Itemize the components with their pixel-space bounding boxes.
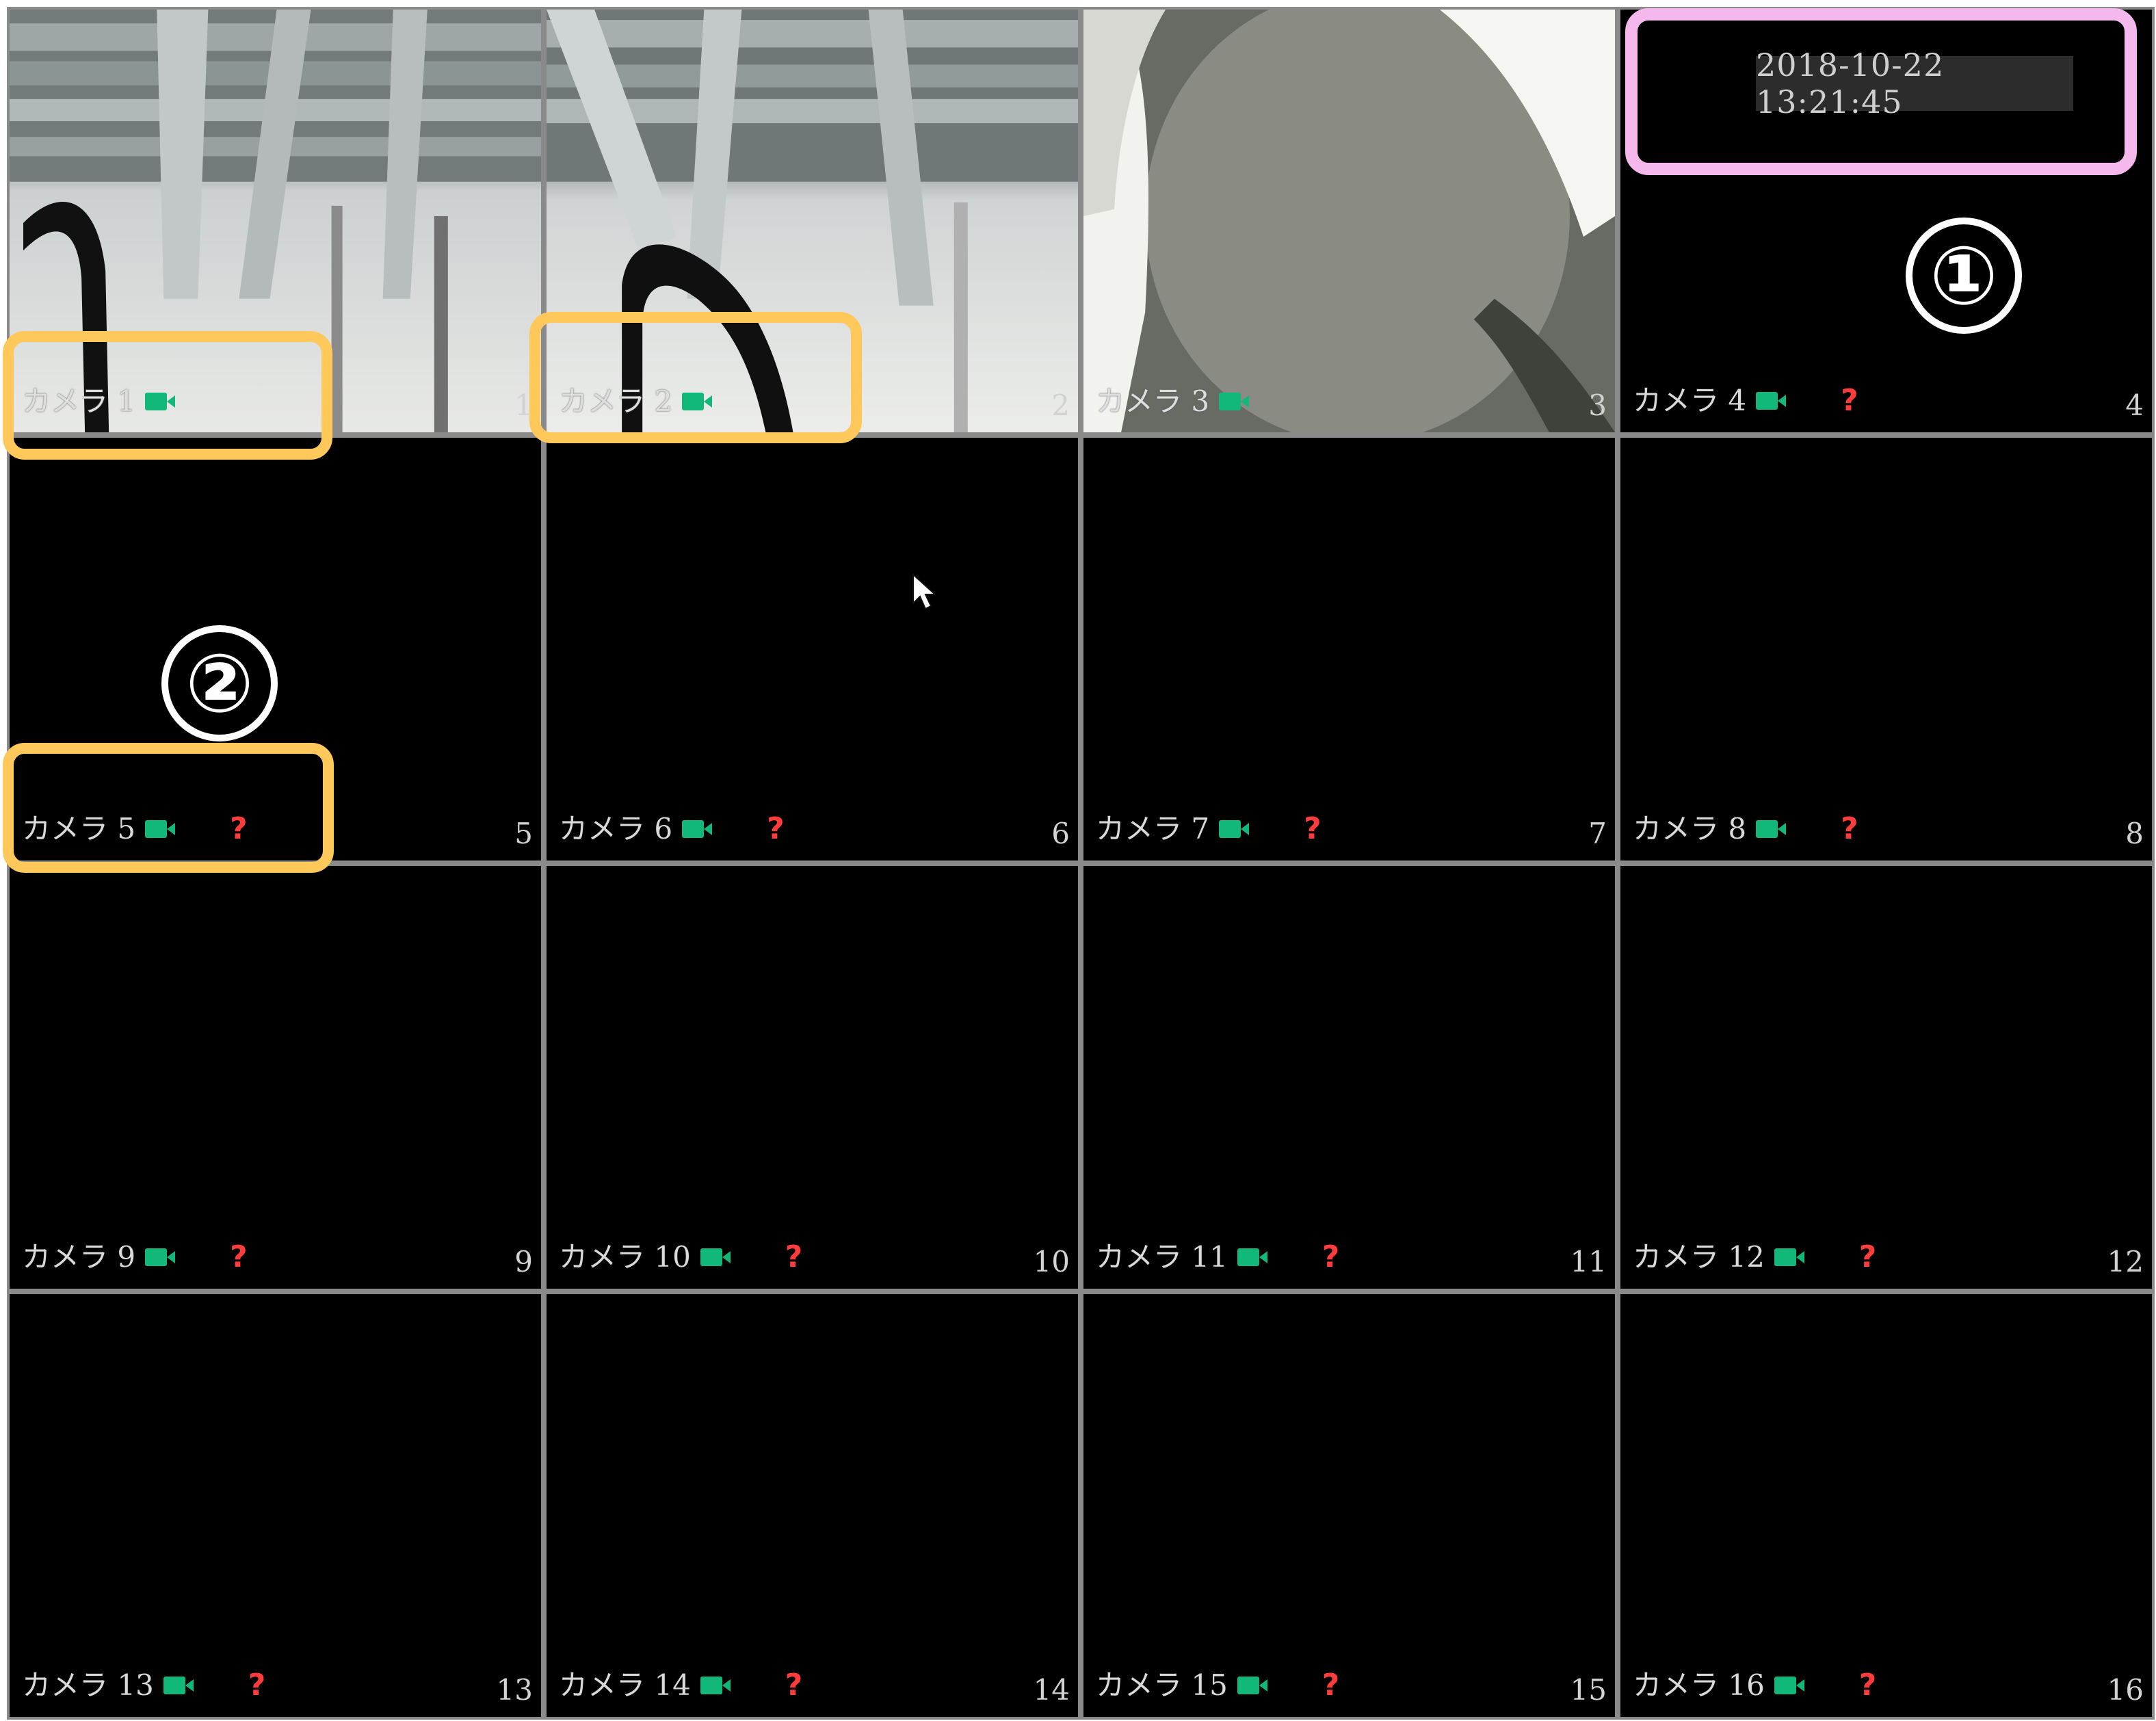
camera-tile-13[interactable]: カメラ 13 ? 13 [10, 1294, 541, 1717]
camera-name: カメラ 16 [1633, 1668, 1765, 1702]
tile-number: 11 [1570, 1245, 1607, 1278]
camera-tile-16[interactable]: カメラ 16 ? 16 [1620, 1294, 2152, 1717]
camera-name: カメラ 15 [1096, 1668, 1228, 1702]
tile-number: 4 [2125, 389, 2144, 422]
video-camera-icon [145, 1247, 176, 1267]
camera-2-label-highlight [529, 312, 862, 443]
camera-name: カメラ 14 [559, 1668, 691, 1702]
camera-label-9: カメラ 9 ? [22, 1242, 248, 1272]
camera-name: カメラ 11 [1096, 1240, 1228, 1274]
camera-name: カメラ 13 [22, 1668, 154, 1702]
annotation-marker-1: ① [1906, 218, 2022, 334]
camera-label-12: カメラ 12 ? [1633, 1242, 1876, 1272]
tile-number: 3 [1588, 389, 1607, 422]
video-camera-icon [682, 819, 713, 839]
mouse-pointer-icon [912, 573, 935, 610]
camera-tile-7[interactable]: カメラ 7 ? 7 [1083, 438, 1615, 860]
tile-number: 2 [1051, 389, 1070, 422]
camera-tile-15[interactable]: カメラ 15 ? 15 [1083, 1294, 1615, 1717]
question-mark-icon: ? [767, 811, 785, 846]
video-camera-icon [1237, 1675, 1267, 1696]
camera-1-label-highlight [3, 331, 332, 460]
video-camera-icon [1756, 391, 1787, 411]
tile-number: 5 [514, 817, 533, 850]
tile-number: 13 [496, 1673, 533, 1707]
camera-label-10: カメラ 10 ? [559, 1242, 802, 1272]
video-camera-icon [163, 1675, 194, 1696]
tile-number: 8 [2125, 817, 2144, 850]
question-mark-icon: ? [1858, 1668, 1877, 1703]
video-camera-icon [1774, 1247, 1804, 1267]
annotation-marker-2: ② [161, 625, 278, 741]
camera-label-6: カメラ 6 ? [559, 814, 785, 844]
video-camera-icon [1219, 391, 1250, 412]
camera-feed-image [1083, 10, 1615, 432]
question-mark-icon: ? [1858, 1239, 1877, 1274]
question-mark-icon: ? [785, 1668, 803, 1703]
camera-name: カメラ 12 [1633, 1240, 1765, 1274]
tile-number: 14 [1033, 1673, 1070, 1707]
camera-tile-6[interactable]: カメラ 6 ? 6 [547, 438, 1078, 860]
camera-label-14: カメラ 14 ? [559, 1670, 802, 1700]
camera-name: カメラ 10 [559, 1240, 691, 1274]
camera-label-11: カメラ 11 ? [1096, 1242, 1339, 1272]
question-mark-icon: ? [1322, 1239, 1340, 1274]
camera-tile-9[interactable]: カメラ 9 ? 9 [10, 866, 541, 1289]
question-mark-icon: ? [230, 1239, 248, 1274]
tile-number: 7 [1588, 817, 1607, 850]
video-camera-icon [1237, 1247, 1267, 1267]
tile-number: 15 [1570, 1673, 1607, 1707]
question-mark-icon: ? [248, 1668, 266, 1703]
tile-number: 9 [514, 1245, 533, 1278]
question-mark-icon: ? [1841, 811, 1858, 846]
camera-name: カメラ 7 [1096, 812, 1210, 845]
camera-tile-11[interactable]: カメラ 11 ? 11 [1083, 866, 1615, 1289]
timestamp-highlight-box [1625, 8, 2137, 175]
camera-5-label-highlight [3, 743, 334, 873]
question-mark-icon: ? [1322, 1668, 1340, 1703]
camera-name: カメラ 9 [22, 1240, 136, 1274]
camera-label-4: カメラ 4 ? [1633, 386, 1858, 416]
question-mark-icon: ? [1304, 811, 1322, 846]
camera-tile-10[interactable]: カメラ 10 ? 10 [547, 866, 1078, 1289]
camera-tile-14[interactable]: カメラ 14 ? 14 [547, 1294, 1078, 1717]
camera-tile-3[interactable]: カメラ 3 3 [1083, 10, 1615, 432]
camera-name: カメラ 8 [1633, 812, 1747, 845]
video-camera-icon [1219, 819, 1250, 839]
camera-label-8: カメラ 8 ? [1633, 814, 1858, 844]
camera-label-7: カメラ 7 ? [1096, 814, 1322, 844]
camera-name: カメラ 3 [1096, 384, 1210, 418]
video-camera-icon [700, 1675, 731, 1696]
camera-name: カメラ 4 [1633, 384, 1747, 417]
question-mark-icon: ? [1841, 383, 1858, 418]
camera-label-16: カメラ 16 ? [1633, 1670, 1876, 1700]
camera-label-15: カメラ 15 ? [1096, 1670, 1339, 1700]
video-camera-icon [700, 1247, 731, 1267]
tile-number: 10 [1033, 1245, 1070, 1278]
tile-number: 16 [2107, 1673, 2144, 1707]
tile-number: 6 [1051, 817, 1070, 850]
camera-tile-8[interactable]: カメラ 8 ? 8 [1620, 438, 2152, 860]
camera-name: カメラ 6 [559, 812, 673, 845]
feed-drawing [1083, 10, 1615, 432]
camera-label-3: カメラ 3 [1096, 384, 1250, 418]
video-camera-icon [1774, 1675, 1804, 1696]
camera-tile-12[interactable]: カメラ 12 ? 12 [1620, 866, 2152, 1289]
camera-label-13: カメラ 13 ? [22, 1670, 265, 1700]
question-mark-icon: ? [785, 1239, 803, 1274]
video-camera-icon [1756, 819, 1787, 839]
tile-number: 12 [2107, 1245, 2144, 1278]
